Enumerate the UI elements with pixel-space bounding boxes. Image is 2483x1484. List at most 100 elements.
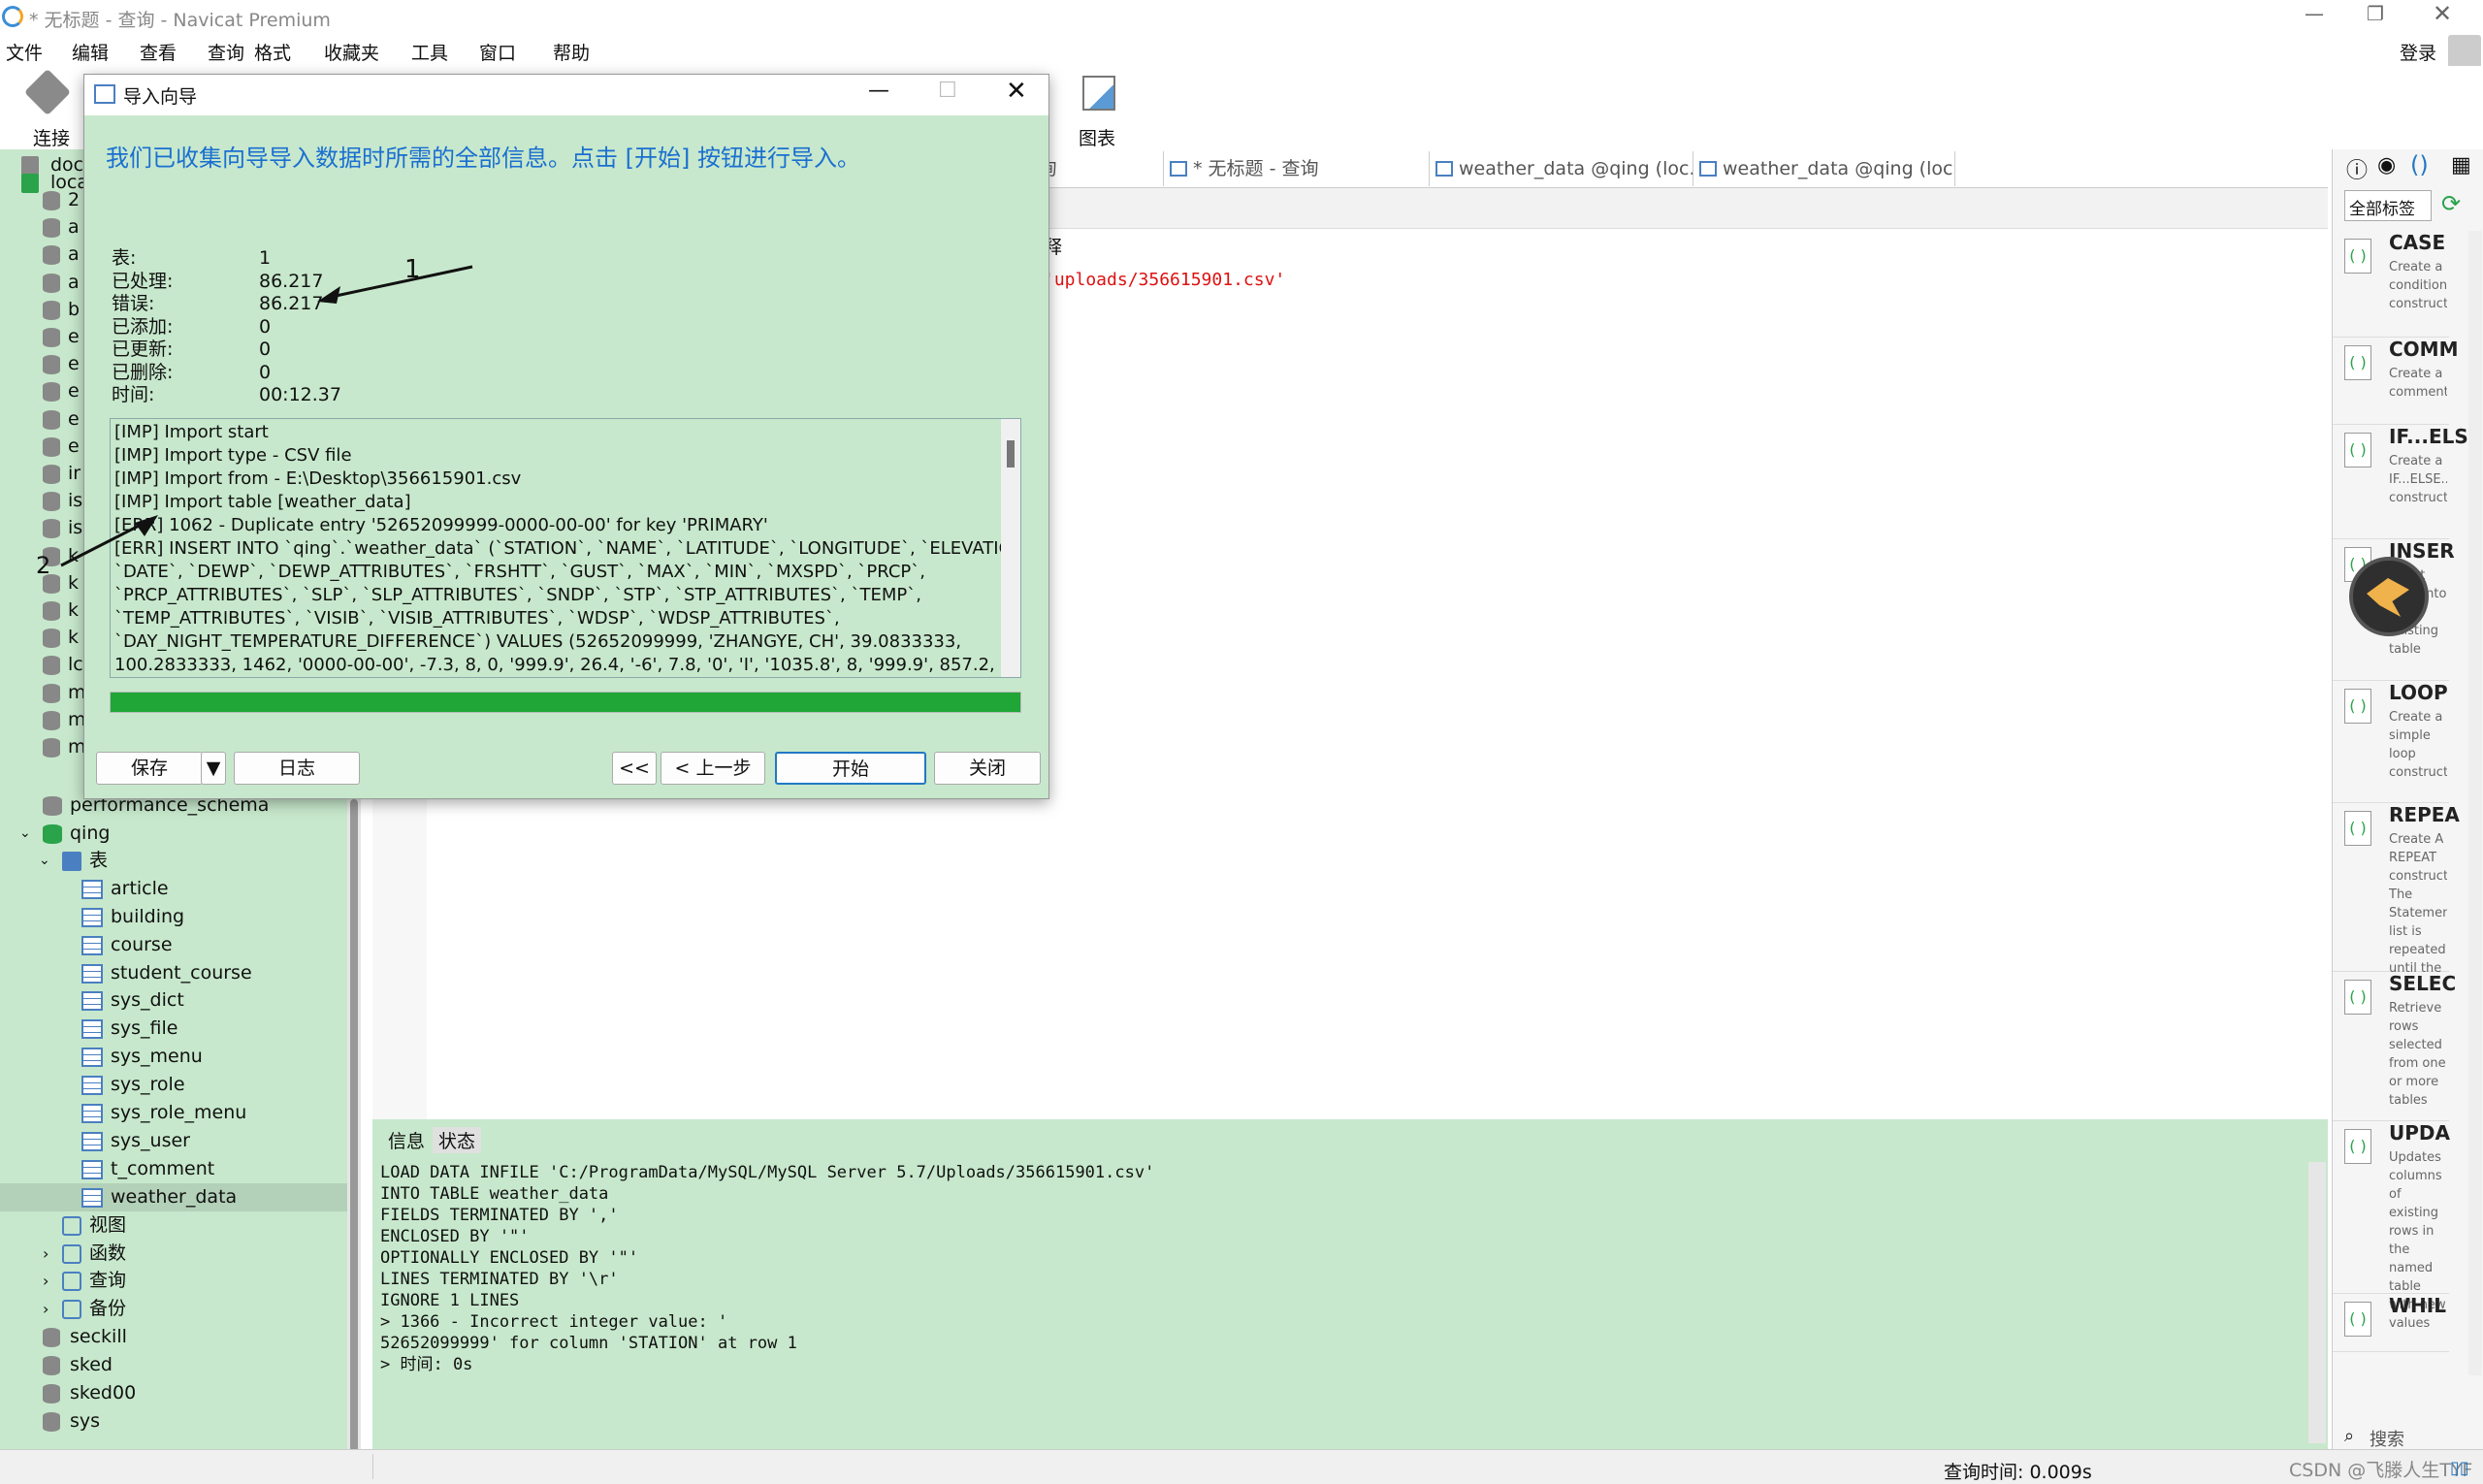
snippet-item[interactable]: ( ) COMM Create a comment — [2333, 338, 2458, 425]
message-tab-status[interactable]: 状态 — [433, 1127, 482, 1153]
table-item[interactable]: sys_file — [0, 1015, 347, 1043]
user-avatar-icon[interactable] — [2448, 35, 2481, 68]
log-label: 日志 — [277, 758, 315, 779]
sidebar-item-label: lc — [68, 654, 83, 676]
table-item[interactable]: article — [0, 875, 347, 903]
database-item[interactable]: sys — [0, 1407, 347, 1436]
minimize-icon[interactable]: — — [2305, 2, 2324, 25]
save-dropdown-button[interactable]: ▼ — [201, 752, 226, 785]
menu-favorites[interactable]: 收藏夹 — [324, 39, 379, 65]
database-icon — [43, 355, 60, 375]
maximize-icon[interactable]: ❐ — [2367, 2, 2384, 25]
folder-item[interactable]: › 函数 — [0, 1240, 347, 1268]
snippet-item[interactable]: ( ) SELEC Retrieve rows selected from one … — [2333, 972, 2456, 1121]
tab-3[interactable]: * 无标题 - 查询 — [1164, 151, 1430, 186]
table-item[interactable]: student_course — [0, 959, 347, 987]
login-link[interactable]: 登录 — [2400, 39, 2436, 65]
table-item[interactable]: weather_data — [0, 1182, 347, 1211]
tab-label: * 无标题 - 查询 — [1193, 158, 1319, 179]
database-item[interactable]: sked00 — [0, 1379, 347, 1407]
menu-tools[interactable]: 工具 — [411, 39, 448, 65]
chevron-right-icon[interactable]: › — [43, 1267, 48, 1295]
log-scrollbar[interactable] — [1001, 419, 1020, 677]
dialog-maximize-icon: ☐ — [938, 79, 957, 103]
chevron-right-icon[interactable]: › — [43, 1240, 48, 1268]
first-button[interactable]: << — [612, 752, 657, 785]
chevron-down-icon[interactable]: ⌄ — [39, 847, 50, 875]
dialog-minimize-icon[interactable]: — — [868, 79, 889, 103]
menu-edit[interactable]: 编辑 — [72, 39, 109, 65]
menu-window[interactable]: 窗口 — [479, 39, 516, 65]
table-item[interactable]: sys_user — [0, 1127, 347, 1155]
message-tab-info[interactable]: 信息 — [382, 1127, 431, 1153]
table-item[interactable]: t_comment — [0, 1155, 347, 1183]
snippet-item[interactable]: ( ) IF...ELS Create a IF...ELSE... constru… — [2333, 425, 2468, 539]
refresh-icon[interactable]: ⟳ — [2441, 190, 2461, 217]
database-icon — [43, 409, 60, 430]
sidebar-item[interactable]: ⌄ qing — [0, 820, 347, 848]
mascot-icon[interactable] — [2349, 557, 2429, 636]
database-icon — [43, 823, 62, 844]
database-icon — [43, 300, 60, 320]
snippet-item[interactable]: ( ) REPEA Create A REPEAT construct. The S… — [2333, 803, 2460, 976]
view-toggle-icon[interactable]: ▯▯ — [2450, 1458, 2469, 1478]
tab-5[interactable]: weather_data @qing (loc... — [1693, 151, 1955, 186]
snippet-item[interactable]: ( ) CASE Create a conditional construct — [2333, 231, 2449, 338]
progress-fill — [111, 693, 1020, 712]
info-icon[interactable]: ⓘ — [2346, 153, 2368, 184]
database-icon — [43, 328, 60, 347]
sidebar-scroll-thumb[interactable] — [350, 799, 358, 1478]
log-scroll-thumb[interactable] — [1007, 440, 1015, 468]
snippet-icon: ( ) — [2344, 1302, 2371, 1337]
table-label: article — [111, 877, 169, 899]
tab-4[interactable]: weather_data @qing (loc... — [1430, 151, 1693, 186]
table-item[interactable]: sys_role — [0, 1071, 347, 1099]
menu-query[interactable]: 查询 — [208, 39, 244, 65]
save-button[interactable]: 保存 — [96, 752, 203, 785]
connect-button[interactable]: 连接 — [19, 68, 87, 149]
table-item[interactable]: sys_role_menu — [0, 1099, 347, 1127]
prev-button[interactable]: < 上一步 — [661, 752, 765, 785]
chart-button[interactable]: 图表 — [1075, 72, 1123, 149]
folder-item[interactable]: › 备份 — [0, 1295, 347, 1323]
stat-value: 1 — [259, 247, 272, 269]
table-item[interactable]: building — [0, 903, 347, 931]
folder-item[interactable]: 视图 — [0, 1211, 347, 1240]
close-icon[interactable]: ✕ — [2433, 0, 2452, 27]
folder-item[interactable]: › 查询 — [0, 1267, 347, 1295]
snippet-icon[interactable]: () — [2410, 151, 2429, 178]
folder-label: 视图 — [89, 1213, 127, 1236]
sidebar-item-label: a — [68, 243, 80, 266]
menu-view[interactable]: 查看 — [140, 39, 177, 65]
eye-icon[interactable]: ◉ — [2377, 153, 2396, 177]
layout-icon[interactable]: ▦ — [2451, 153, 2471, 177]
chevron-down-icon[interactable]: ⌄ — [19, 820, 31, 848]
snippet-item[interactable]: ( ) WHIL — [2333, 1294, 2449, 1352]
snippet-scrollbar[interactable] — [2468, 231, 2482, 1375]
start-button[interactable]: 开始 — [775, 752, 926, 785]
table-item[interactable]: sys_menu — [0, 1043, 347, 1071]
table-item[interactable]: course — [0, 931, 347, 959]
snippet-item[interactable]: ( ) LOOP Create a simple loop construct — [2333, 681, 2449, 803]
message-scrollbar[interactable] — [2308, 1162, 2326, 1443]
database-item[interactable]: seckill — [0, 1323, 347, 1351]
sidebar-item[interactable]: ⌄ 表 — [0, 847, 347, 875]
snippet-filter[interactable]: 全部标签 — [2344, 190, 2432, 221]
sidebar-item-label: 表 — [89, 850, 109, 872]
chevron-right-icon[interactable]: › — [43, 1295, 48, 1323]
table-icon — [1699, 161, 1717, 177]
table-icon — [81, 1104, 103, 1123]
dialog-close-icon[interactable]: ✕ — [1006, 77, 1027, 106]
snippet-item[interactable]: ( ) UPDA Updates columns of existing rows … — [2333, 1121, 2450, 1331]
menu-file[interactable]: 文件 — [6, 39, 43, 65]
annotation-label-2: 2 — [36, 552, 51, 579]
menu-format[interactable]: 格式 — [254, 39, 291, 65]
table-item[interactable]: sys_dict — [0, 986, 347, 1015]
snippet-search[interactable]: 搜索 — [2370, 1426, 2404, 1451]
table-icon — [81, 1076, 103, 1096]
right-panel: ⓘ ◉ () ▦ 全部标签 ⟳ ( ) CASE Create a conditio… — [2332, 149, 2483, 1451]
database-item[interactable]: sked — [0, 1351, 347, 1379]
close-button[interactable]: 关闭 — [934, 752, 1041, 785]
menu-help[interactable]: 帮助 — [553, 39, 590, 65]
log-button[interactable]: 日志 — [234, 752, 360, 785]
